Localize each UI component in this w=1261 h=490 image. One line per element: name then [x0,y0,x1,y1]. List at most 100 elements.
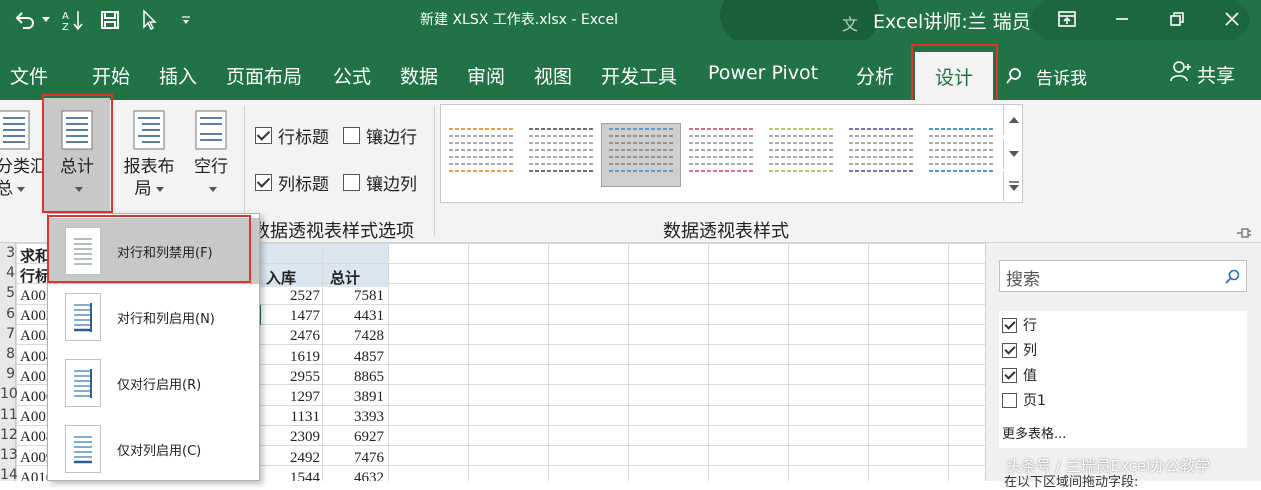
gallery-more-icon[interactable] [1003,171,1023,201]
row-number[interactable]: 5 [0,283,16,304]
share-button[interactable]: 共享 [1197,61,1235,88]
field-item-page1[interactable]: 页1 [1002,390,1046,410]
report-layout-button[interactable]: 报表布 局 [118,110,180,200]
undo-dropdown-icon[interactable] [40,7,52,33]
tell-me-box[interactable]: 告诉我 [1036,64,1087,89]
style-thumbnail[interactable] [689,128,753,172]
gallery-scroll-down-icon[interactable] [1003,139,1023,169]
tab-insert[interactable]: 插入 [159,62,197,89]
svg-text:Z: Z [62,22,69,32]
tab-home[interactable]: 开始 [92,62,130,89]
row-number[interactable]: 8 [0,344,16,365]
pointer-mode-icon[interactable] [138,7,162,33]
menu-item-enable-for-rows-and-columns[interactable]: 对行和列启用(N) [49,284,259,350]
document-title: 新建 XLSX 工作表.xlsx - Excel [420,12,619,28]
menu-item-disable-for-rows-and-columns[interactable]: 对行和列禁用(F) [49,218,259,284]
more-tables-link[interactable]: 更多表格... [1002,423,1066,442]
row-number[interactable]: 12 [0,424,18,445]
pivot-field-list-panel: 搜索 行 列 值 页1 更多表格... 在以下区域间拖动字段: [985,243,1261,490]
gallery-scroll-up-icon[interactable] [1003,105,1023,135]
field-search-placeholder: 搜索 [1006,270,1040,290]
field-search-input[interactable]: 搜索 [999,260,1247,292]
banded-rows-label: 镶边行 [366,128,417,148]
subtotals-button[interactable]: 分类汇 总 [0,110,47,200]
row-number[interactable]: 9 [0,364,16,385]
ribbon-pin-icon[interactable] [1236,224,1252,243]
tab-design[interactable]: 设计 [915,52,993,100]
banded-rows-checkbox[interactable]: 镶边行 [343,123,417,148]
row-number[interactable]: 3 [0,243,16,264]
blank-rows-dropdown-caret [209,186,217,192]
pivot-header-row-labels: 行标 [20,267,51,285]
style-thumbnail[interactable] [609,128,673,172]
tab-formulas[interactable]: 公式 [333,62,371,89]
style-thumbnail[interactable] [529,128,593,172]
pivot-value-total: 7476 [354,449,384,466]
customize-qat-icon[interactable] [178,7,194,33]
tab-power-pivot[interactable]: Power Pivot [708,62,818,84]
column-headers-check-icon [255,174,272,191]
subtotals-label-line1: 分类汇 [0,157,47,177]
blank-rows-label: 空行 [194,157,228,177]
style-thumbnail[interactable] [849,128,913,172]
subtotals-dropdown-caret [17,186,25,192]
menu-item-label: 仅对行启用(R) [117,377,202,393]
save-icon[interactable] [96,7,124,33]
field-item-value[interactable]: 值 [1002,365,1037,385]
tab-developer[interactable]: 开发工具 [601,62,677,89]
field-label: 列 [1023,343,1037,359]
pivot-value-in: 2309 [290,429,320,446]
pivot-styles-group-label: 数据透视表样式 [663,221,789,242]
menu-item-label: 对行和列禁用(F) [117,245,213,261]
tab-analyze[interactable]: 分析 [856,62,894,89]
user-name[interactable]: Excel讲师:兰 瑞员 [873,7,1031,34]
minimize-icon[interactable] [1108,6,1136,32]
tab-data[interactable]: 数据 [400,62,438,89]
pivot-column-header-total: 总计 [330,269,361,287]
row-number[interactable]: 11 [0,404,18,425]
tab-file[interactable]: 文件 [10,62,48,89]
pivot-value-total: 3891 [354,389,384,405]
rows-totals-icon [65,359,101,407]
close-icon[interactable] [1218,6,1246,32]
share-person-icon[interactable] [1170,60,1192,86]
style-thumbnail[interactable] [929,128,993,172]
field-item-column[interactable]: 列 [1002,340,1037,360]
menu-item-enable-for-columns-only[interactable]: 仅对列启用(C) [49,416,259,482]
row-number[interactable]: 7 [0,323,16,344]
tab-view[interactable]: 视图 [534,62,572,89]
ribbon-display-options-icon[interactable] [1053,6,1081,32]
row-number[interactable]: 10 [0,384,18,405]
row-number[interactable]: 14 [0,465,18,481]
banded-columns-checkbox[interactable]: 镶边列 [343,170,417,195]
pivot-value-total: 4857 [354,348,384,365]
row-number[interactable]: 13 [0,445,18,466]
style-thumbnail[interactable] [769,128,833,172]
style-thumbnail[interactable] [449,128,513,172]
row-headers-label: 行标题 [278,128,329,148]
subtotals-label-line2: 总 [0,179,13,199]
tab-review[interactable]: 审阅 [467,62,505,89]
pivot-value-total: 4431 [354,308,384,325]
pivot-style-options-group-label: 数据透视表样式选项 [252,221,414,242]
grand-totals-label: 总计 [60,157,94,177]
row-headers-check-icon [255,127,272,144]
field-label: 值 [1023,368,1037,384]
field-label: 页1 [1023,393,1046,409]
restore-icon[interactable] [1163,6,1191,32]
row-number[interactable]: 4 [0,263,16,284]
tab-page-layout[interactable]: 页面布局 [226,62,302,89]
subtotals-icon [0,110,30,150]
pivot-value-total: 7428 [354,328,384,345]
menu-item-enable-for-rows-only[interactable]: 仅对行启用(R) [49,350,259,416]
column-headers-checkbox[interactable]: 列标题 [255,170,329,195]
sort-ascending-icon[interactable]: AZ [58,7,88,33]
field-row-check-icon [1002,317,1017,333]
row-headers-checkbox[interactable]: 行标题 [255,123,329,148]
watermark-text: 头条号 / 兰瑞员Excel办公教学 [1006,457,1211,475]
pivot-value-in: 1131 [290,409,320,426]
field-item-row[interactable]: 行 [1002,315,1037,335]
undo-icon[interactable] [8,7,42,33]
row-number[interactable]: 6 [0,303,16,324]
blank-rows-button[interactable]: 空行 [186,110,236,200]
